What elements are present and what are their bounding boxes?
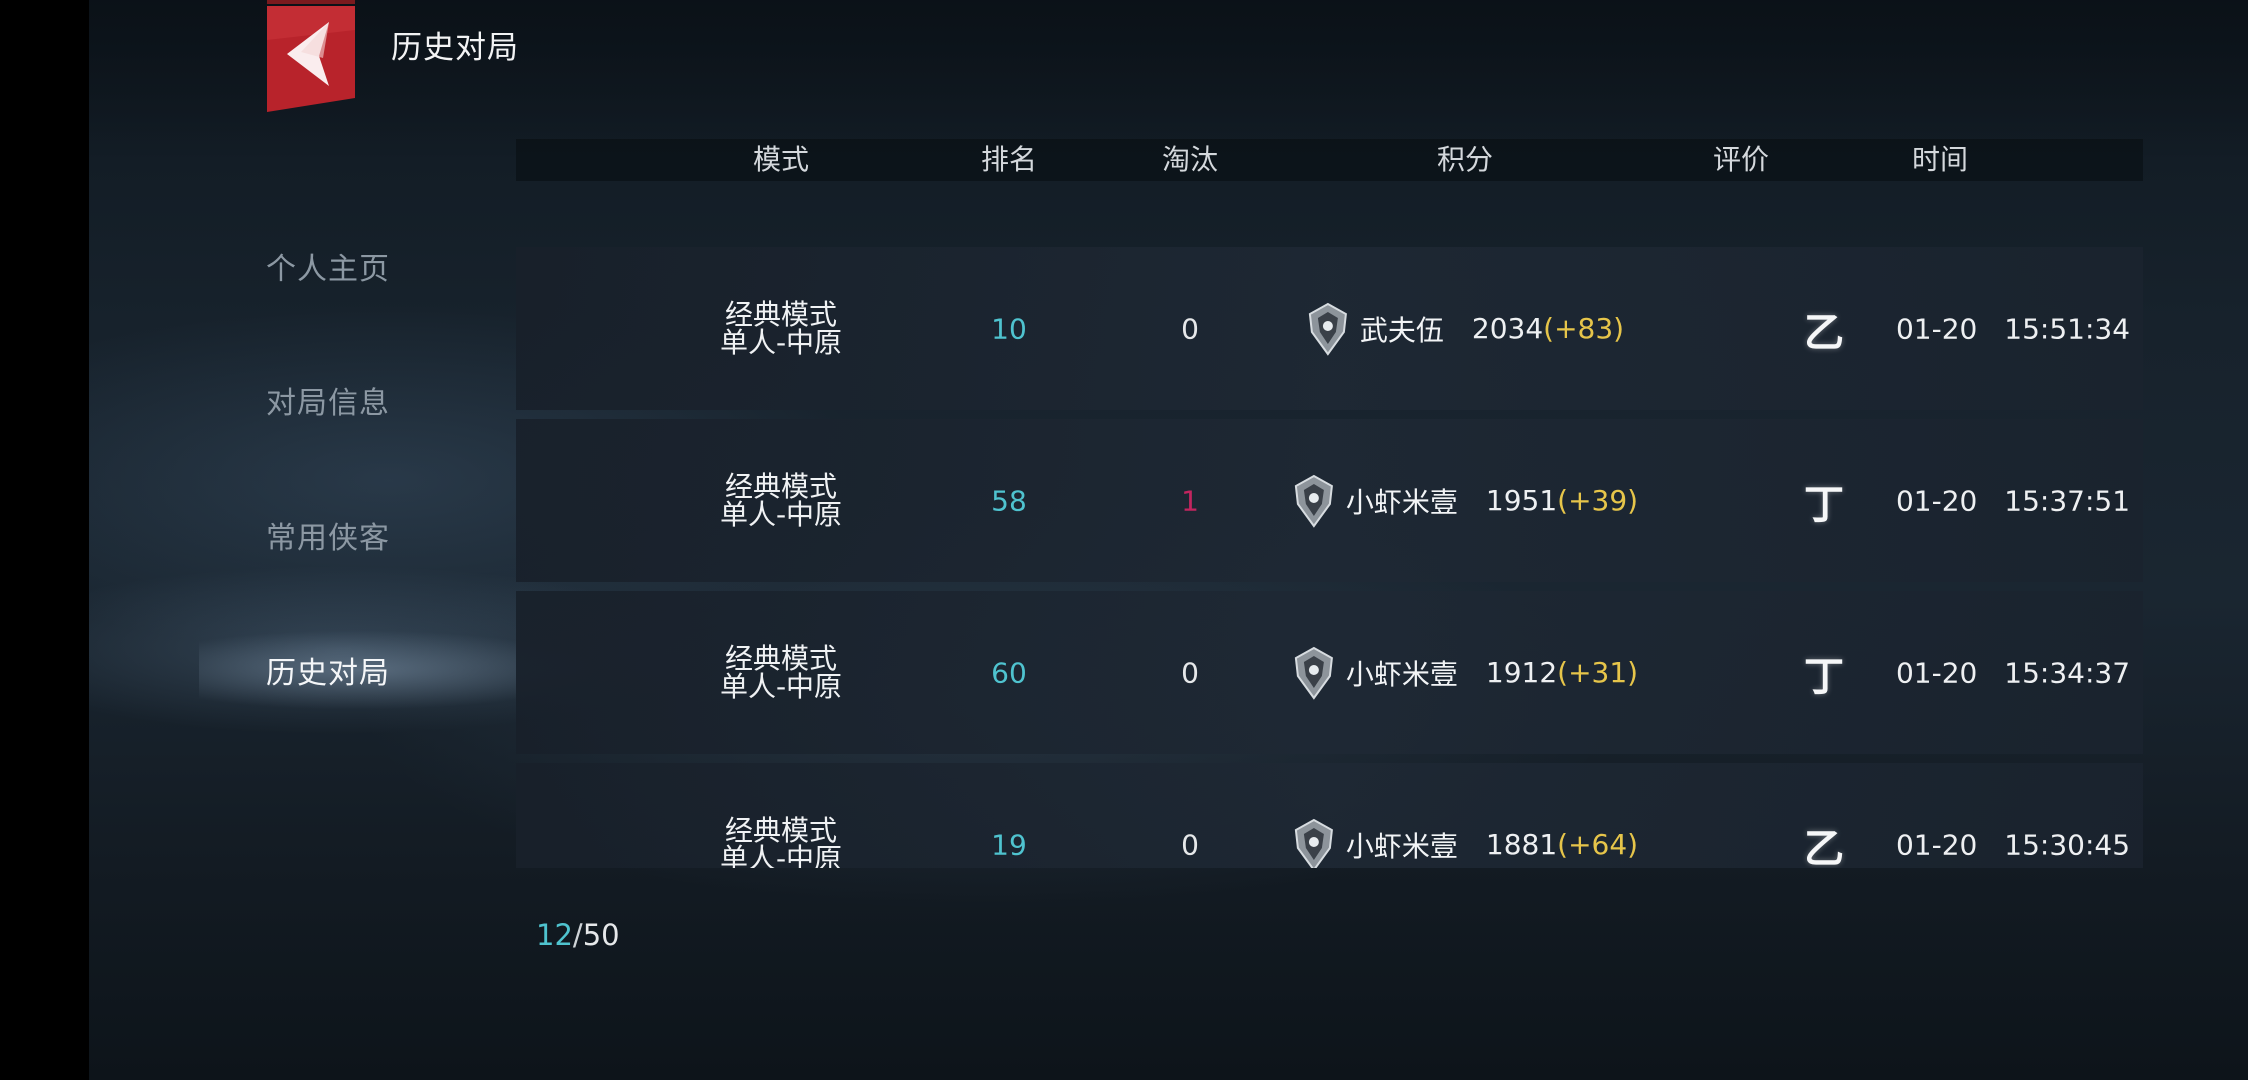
- sidebar-item-heroes[interactable]: 常用侠客: [266, 513, 390, 557]
- left-black-bar: [0, 0, 89, 1080]
- score-value: 1912: [1485, 656, 1558, 689]
- mode-cell: 经典模式 单人-中原: [719, 813, 843, 868]
- score-delta: (+64): [1557, 828, 1639, 861]
- eliminations-value: 1: [1181, 484, 1199, 517]
- score-delta: (+39): [1557, 484, 1639, 517]
- column-header-eliminations: 淘汰: [1161, 143, 1219, 176]
- eliminations-value: 0: [1181, 828, 1199, 861]
- column-header-mode: 模式: [752, 143, 810, 176]
- match-clock: 15:37:51: [2004, 484, 2131, 517]
- mode-map: 单人-中原: [719, 497, 843, 531]
- mode-cell: 经典模式 单人-中原: [719, 469, 843, 531]
- rating-grade: 丁: [1804, 652, 1844, 700]
- score-delta: (+83): [1543, 312, 1625, 345]
- match-date: 01-20: [1895, 484, 1978, 517]
- mode-map: 单人-中原: [719, 325, 843, 359]
- player-name: 小虾米壹: [1345, 829, 1458, 863]
- sidebar-item-match-info[interactable]: 对局信息: [266, 378, 390, 422]
- back-button[interactable]: [267, 0, 355, 112]
- score-delta: (+31): [1557, 656, 1639, 689]
- score-cell: 武夫伍 2034(+83): [1306, 302, 1624, 356]
- mode-name: 经典模式: [724, 813, 838, 847]
- mode-name: 经典模式: [724, 297, 838, 331]
- player-name: 小虾米壹: [1345, 657, 1458, 691]
- page-separator: /: [572, 918, 583, 952]
- mode-map: 单人-中原: [719, 841, 843, 868]
- rank-emblem-icon: [1308, 302, 1347, 356]
- column-header-rank: 排名: [980, 143, 1038, 176]
- eliminations-value: 0: [1181, 656, 1199, 689]
- rank-value: 60: [991, 656, 1027, 689]
- match-clock: 15:51:34: [2004, 312, 2131, 345]
- rank-value: 19: [991, 828, 1027, 861]
- match-row[interactable]: 经典模式 单人-中原 58 1 小虾米壹 1951(+39) 丁 01-20 1…: [516, 419, 2143, 582]
- score-cell: 小虾米壹 1951(+39): [1292, 474, 1638, 528]
- rank-emblem-icon: [1294, 818, 1333, 868]
- mode-cell: 经典模式 单人-中原: [719, 297, 843, 359]
- score-value: 1951: [1485, 484, 1558, 517]
- history-screen: 历史对局 个人主页 对局信息 常用侠客 历史对局 模式 排名 淘汰 积分 评价 …: [89, 0, 2248, 1080]
- match-row[interactable]: 经典模式 单人-中原 10 0 武夫伍 2034(+83) 乙 01-20 15…: [516, 247, 2143, 410]
- rank-emblem-icon: [1294, 646, 1333, 700]
- match-time: 01-20 15:37:51: [1896, 484, 2130, 517]
- match-date: 01-20: [1895, 828, 1978, 861]
- page-title: 历史对局: [391, 30, 519, 66]
- column-header-time: 时间: [1911, 143, 1969, 176]
- mode-name: 经典模式: [724, 641, 838, 675]
- pagination: 12/50: [536, 918, 620, 952]
- back-chevron-icon: [267, 0, 355, 112]
- mode-cell: 经典模式 单人-中原: [719, 641, 843, 703]
- rank-value: 58: [991, 484, 1027, 517]
- rating-grade: 乙: [1804, 824, 1844, 869]
- match-time: 01-20 15:30:45: [1896, 828, 2130, 861]
- page-total: 50: [582, 918, 620, 952]
- rating-grade: 乙: [1804, 308, 1844, 356]
- match-date: 01-20: [1895, 312, 1978, 345]
- match-row[interactable]: 经典模式 单人-中原 19 0 小虾米壹 1881(+64) 乙 01-20 1…: [516, 763, 2143, 868]
- eliminations-value: 0: [1181, 312, 1199, 345]
- page-current: 12: [536, 918, 573, 952]
- sidebar-item-history[interactable]: 历史对局: [266, 648, 390, 692]
- match-date: 01-20: [1895, 656, 1978, 689]
- match-row[interactable]: 经典模式 单人-中原 60 0 小虾米壹 1912(+31) 丁 01-20 1…: [516, 591, 2143, 754]
- match-clock: 15:34:37: [2004, 656, 2131, 689]
- mode-map: 单人-中原: [719, 669, 843, 703]
- player-name: 小虾米壹: [1345, 485, 1458, 519]
- score-value: 2034: [1471, 312, 1544, 345]
- rank-value: 10: [991, 312, 1027, 345]
- score-cell: 小虾米壹 1881(+64): [1292, 818, 1639, 868]
- match-clock: 15:30:45: [2004, 828, 2131, 861]
- rank-emblem-icon: [1294, 474, 1333, 528]
- match-time: 01-20 15:34:37: [1896, 656, 2130, 689]
- score-cell: 小虾米壹 1912(+31): [1292, 646, 1638, 700]
- match-time: 01-20 15:51:34: [1896, 312, 2130, 345]
- mode-name: 经典模式: [724, 469, 838, 503]
- match-history-list[interactable]: 经典模式 单人-中原 10 0 武夫伍 2034(+83) 乙 01-20 15…: [516, 247, 2143, 868]
- sidebar-item-profile[interactable]: 个人主页: [266, 244, 390, 288]
- player-name: 武夫伍: [1359, 313, 1444, 347]
- score-value: 1881: [1485, 828, 1558, 861]
- rating-grade: 丁: [1804, 480, 1844, 528]
- column-header-rating: 评价: [1712, 143, 1770, 176]
- column-header-score: 积分: [1436, 143, 1494, 176]
